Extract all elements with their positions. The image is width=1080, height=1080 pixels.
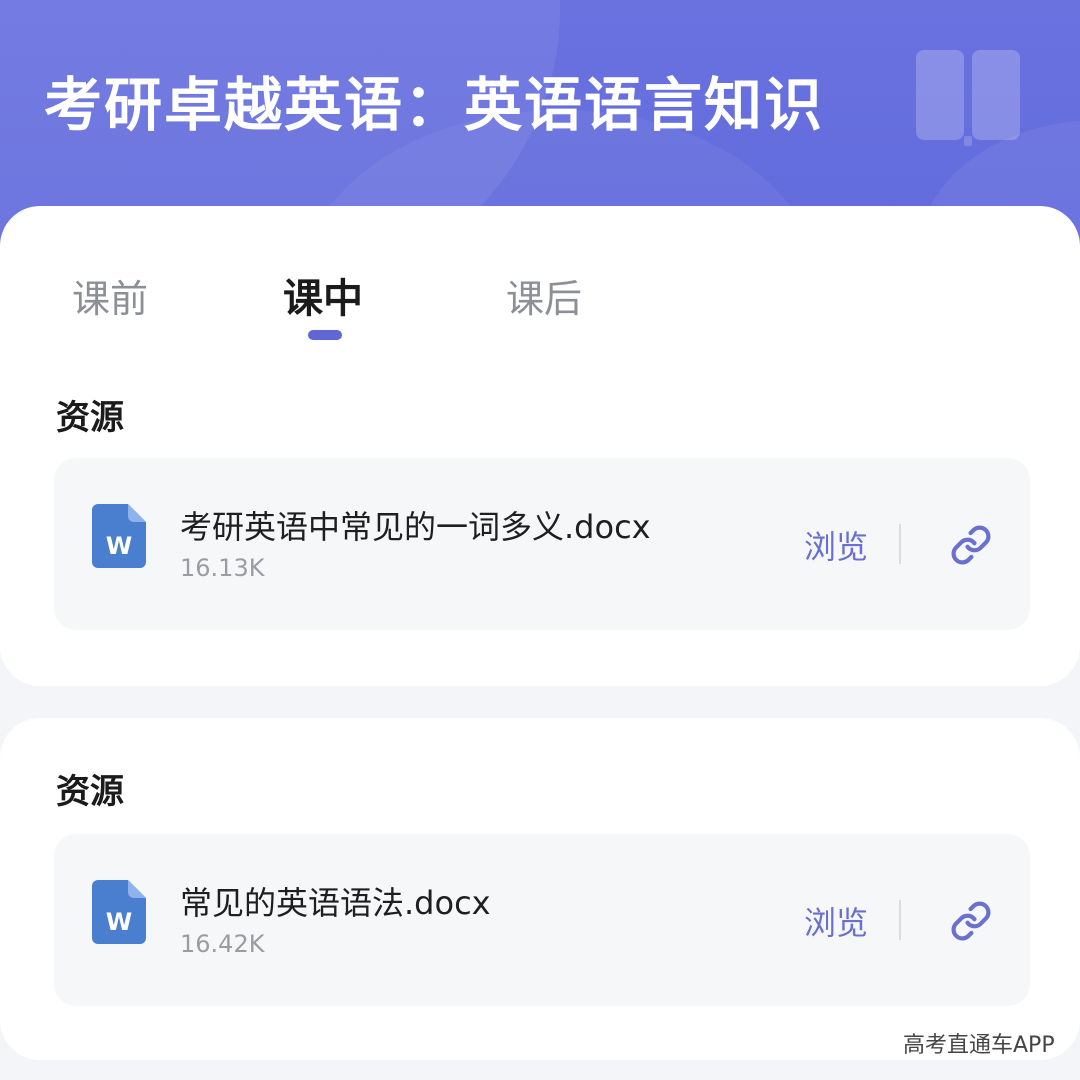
watermark: 高考直通车APP <box>903 1033 1055 1058</box>
page-title: 考研卓越英语：英语语言知识 <box>44 71 825 139</box>
resource-file-item[interactable]: W 常见的英语语法.docx 16.42K 浏览 <box>54 834 1030 1006</box>
tab-after-class[interactable]: 课后 <box>506 268 582 323</box>
lesson-card: 课前 课中 课后 资源 W 考研英语中常见的一词多义.docx 16.13K 浏… <box>0 206 1080 686</box>
resource-card: 资源 W 常见的英语语法.docx 16.42K 浏览 <box>0 718 1080 1060</box>
word-doc-icon: W <box>92 880 146 944</box>
active-tab-indicator <box>308 330 342 340</box>
word-doc-icon: W <box>92 504 146 568</box>
svg-text:W: W <box>106 532 132 560</box>
svg-text:W: W <box>106 908 132 936</box>
section-title: 资源 <box>56 398 124 438</box>
action-divider <box>899 900 901 940</box>
link-icon[interactable] <box>950 524 992 566</box>
book-icon <box>916 50 1020 146</box>
link-icon[interactable] <box>950 900 992 942</box>
tab-before-class[interactable]: 课前 <box>72 268 148 323</box>
tab-in-class[interactable]: 课中 <box>283 266 363 324</box>
file-name: 常见的英语语法.docx <box>180 884 491 922</box>
file-size: 16.42K <box>180 930 265 958</box>
file-size: 16.13K <box>180 554 265 582</box>
section-title: 资源 <box>56 772 124 812</box>
browse-button[interactable]: 浏览 <box>804 522 868 568</box>
file-name: 考研英语中常见的一词多义.docx <box>180 508 651 546</box>
action-divider <box>899 524 901 564</box>
browse-button[interactable]: 浏览 <box>804 898 868 944</box>
tab-bar: 课前 课中 课后 <box>0 206 1080 356</box>
resource-file-item[interactable]: W 考研英语中常见的一词多义.docx 16.13K 浏览 <box>54 458 1030 630</box>
